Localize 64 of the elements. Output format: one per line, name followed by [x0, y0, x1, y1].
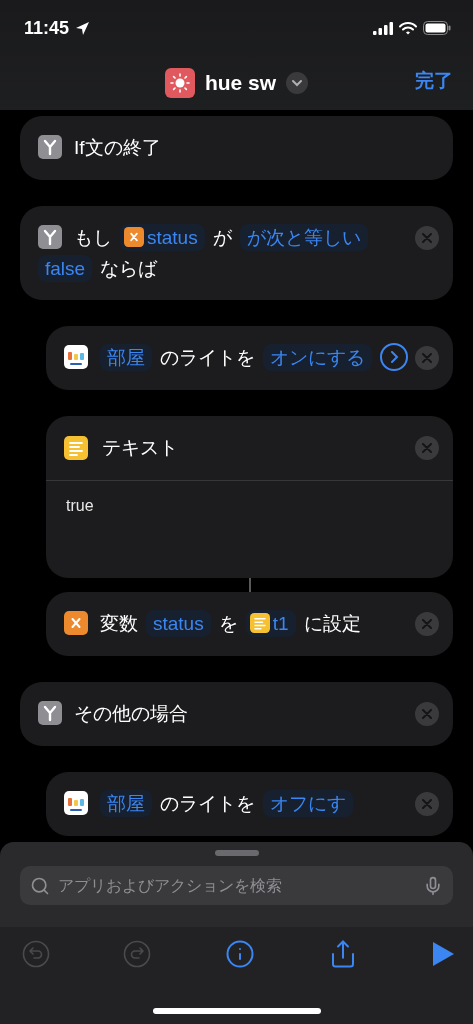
remove-button[interactable]	[415, 792, 439, 816]
text-content[interactable]: true	[46, 481, 453, 578]
battery-icon	[423, 21, 451, 35]
app-icon	[64, 345, 88, 369]
parameter-token[interactable]: false	[38, 255, 93, 282]
sheet-grabber[interactable]	[214, 850, 259, 856]
action-text: 変数	[100, 613, 138, 634]
branch-icon	[38, 225, 62, 249]
variable-token[interactable]: t1	[245, 610, 296, 637]
action-text: If文の終了	[74, 137, 161, 158]
action-text: もし	[74, 227, 112, 248]
remove-button[interactable]	[415, 226, 439, 250]
redo-icon	[123, 940, 152, 968]
play-button[interactable]	[431, 941, 455, 967]
undo-icon	[22, 940, 50, 968]
text-icon	[64, 436, 88, 460]
parameter-token[interactable]: 部屋	[100, 790, 152, 817]
action-title: テキスト	[102, 436, 179, 460]
action-text: に設定	[303, 613, 361, 634]
close-icon	[422, 353, 432, 363]
parameter-token[interactable]: 部屋	[100, 344, 152, 371]
info-icon	[224, 939, 255, 969]
action-text: ならば	[100, 258, 158, 279]
shortcut-icon[interactable]	[164, 68, 195, 98]
expand-button[interactable]	[380, 343, 408, 372]
signal-icon	[373, 21, 393, 35]
variable-icon	[124, 227, 144, 248]
branch-icon	[38, 701, 62, 725]
parameter-token[interactable]: status	[146, 610, 211, 637]
wifi-icon	[399, 21, 417, 35]
parameter-token[interactable]: オンにする	[263, 344, 372, 371]
action-text: を	[218, 613, 238, 634]
branch-icon	[38, 135, 62, 159]
status-time: 11:45	[24, 17, 70, 39]
search-icon	[30, 875, 50, 896]
app-icon	[64, 791, 88, 815]
remove-button[interactable]	[415, 702, 439, 726]
text-icon	[249, 613, 270, 634]
done-button[interactable]: 完了	[415, 68, 453, 94]
close-icon	[422, 619, 432, 629]
play-icon	[431, 941, 455, 967]
close-icon	[422, 709, 432, 719]
remove-button[interactable]	[415, 346, 439, 370]
remove-button[interactable]	[415, 612, 439, 636]
action-text: のライトを	[160, 347, 255, 368]
action-text: その他の場合	[74, 703, 188, 724]
info-button[interactable]	[224, 939, 255, 969]
parameter-token[interactable]: が次と等しい	[239, 224, 368, 251]
variable-icon	[64, 611, 88, 635]
action-text: のライトを	[160, 793, 255, 814]
remove-button[interactable]	[415, 436, 439, 460]
parameter-token[interactable]: オフにす	[263, 790, 353, 817]
location-icon	[75, 20, 91, 36]
action-text: が	[212, 227, 232, 248]
close-icon	[422, 799, 432, 809]
search-field[interactable]: アプリおよびアクションを検索	[20, 866, 453, 905]
shortcut-title[interactable]: hue sw	[204, 71, 277, 95]
chevron-right-icon	[389, 351, 399, 364]
microphone-icon[interactable]	[423, 875, 443, 896]
close-icon	[422, 443, 432, 453]
variable-token[interactable]: status	[120, 224, 205, 251]
chevron-down-icon[interactable]	[286, 72, 309, 94]
search-input[interactable]: アプリおよびアクションを検索	[56, 875, 417, 896]
close-icon	[422, 233, 432, 243]
